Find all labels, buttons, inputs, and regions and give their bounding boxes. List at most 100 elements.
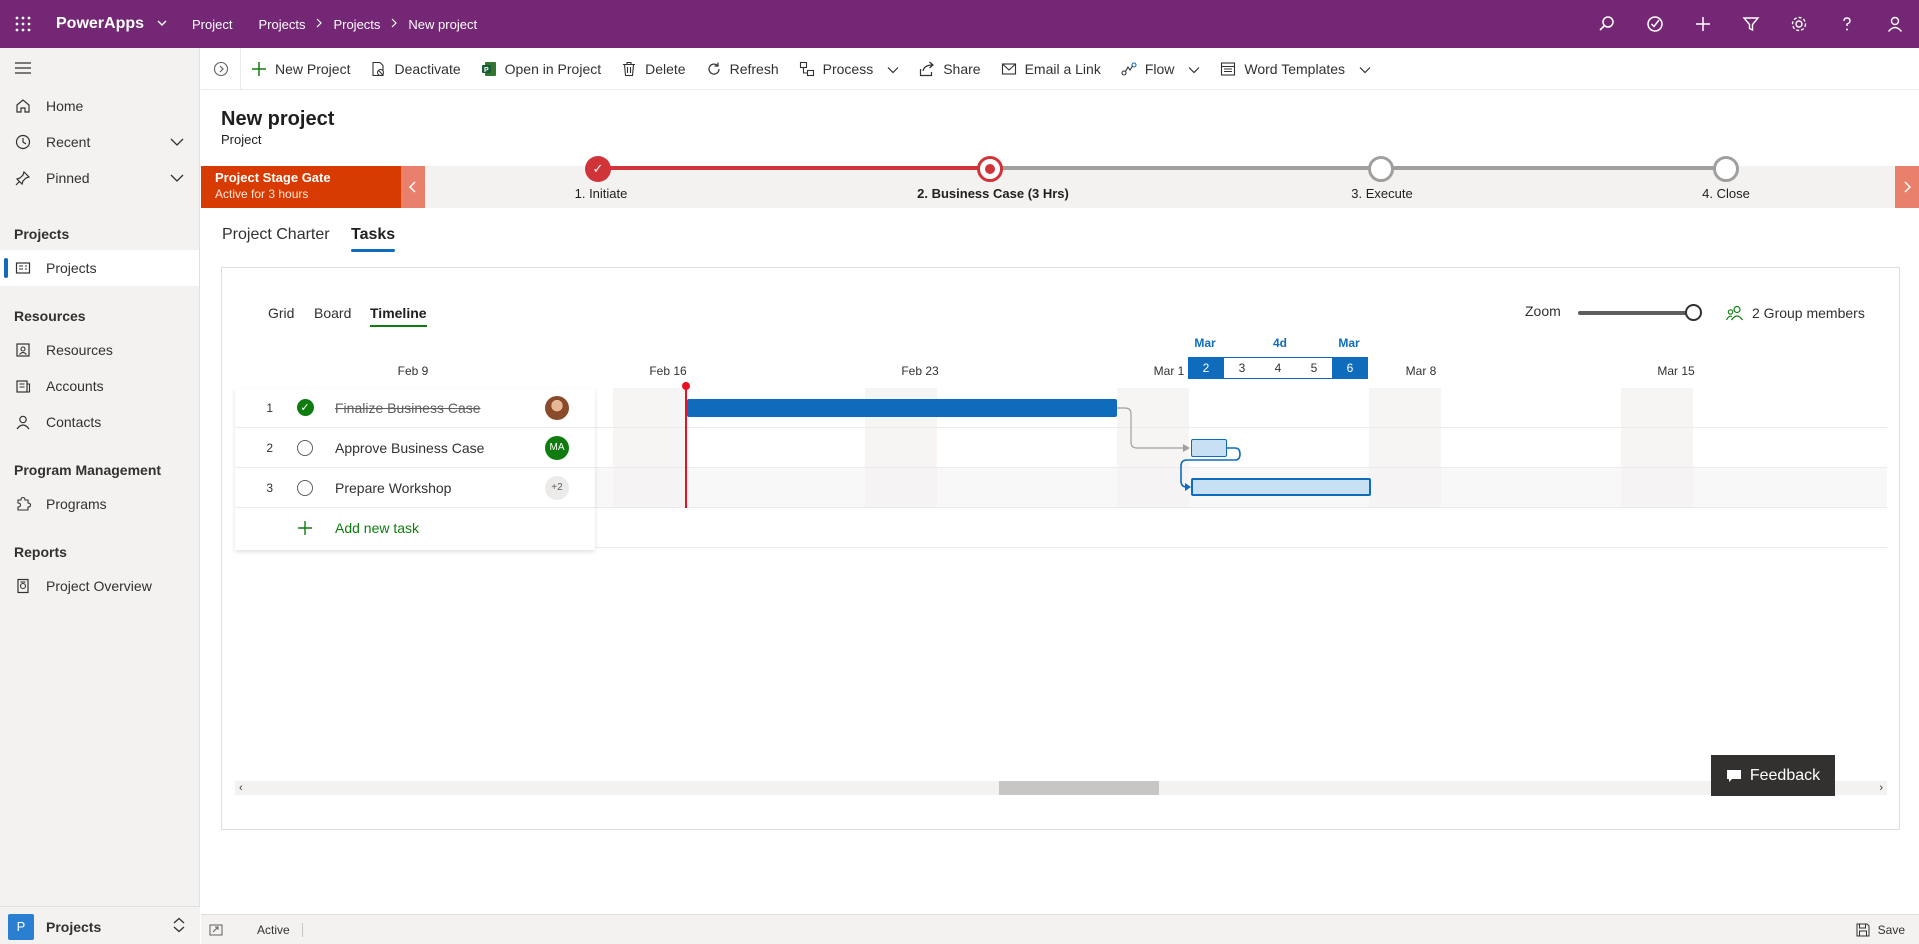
- avatar[interactable]: [545, 395, 569, 420]
- user-icon[interactable]: [1871, 0, 1919, 48]
- sidebar-item-projects[interactable]: Projects: [0, 250, 199, 286]
- stage-gate-title: Project Stage Gate: [215, 170, 331, 185]
- people-icon: [1726, 305, 1744, 321]
- complete-checkbox[interactable]: [297, 479, 313, 496]
- task-grid: 1 ✓ Finalize Business Case 2 Approve Bus…: [235, 388, 595, 550]
- email-link-button[interactable]: Email a Link: [991, 48, 1111, 90]
- chevron-down-icon[interactable]: [887, 61, 899, 77]
- delete-button[interactable]: Delete: [611, 48, 695, 90]
- app-name[interactable]: PowerApps: [56, 15, 144, 33]
- save-label: Save: [1877, 922, 1905, 937]
- task-name[interactable]: Finalize Business Case: [335, 400, 545, 416]
- open-in-project-button[interactable]: P Open in Project: [471, 48, 612, 90]
- help-icon[interactable]: [1823, 0, 1871, 48]
- top-bar: PowerApps Project Projects Projects New …: [0, 0, 1919, 48]
- horizontal-scrollbar[interactable]: ‹ ›: [235, 781, 1887, 795]
- area-name[interactable]: Project: [192, 17, 232, 32]
- task-name[interactable]: Prepare Workshop: [335, 480, 545, 496]
- check-icon: ✓: [585, 156, 611, 182]
- scrollbar-thumb[interactable]: [999, 781, 1159, 795]
- bpf-next-button[interactable]: [1895, 166, 1919, 208]
- deactivate-button[interactable]: Deactivate: [360, 48, 470, 90]
- sidebar-item-accounts[interactable]: Accounts: [0, 368, 199, 404]
- progress-line-complete: [598, 166, 990, 170]
- day-cell: 4: [1260, 357, 1296, 379]
- hamburger-icon[interactable]: [0, 48, 199, 88]
- chevron-updown-icon[interactable]: [172, 917, 186, 936]
- avatar-overflow[interactable]: +2: [545, 475, 569, 500]
- new-project-button[interactable]: New Project: [241, 48, 360, 90]
- home-icon: [14, 97, 32, 115]
- area-switcher-label: Projects: [46, 918, 102, 935]
- process-icon: [799, 61, 815, 77]
- view-tab-grid[interactable]: Grid: [268, 305, 294, 321]
- chevron-down-icon[interactable]: [169, 134, 185, 150]
- sidebar-item-resources[interactable]: Resources: [0, 332, 199, 368]
- process-button[interactable]: Process: [789, 48, 910, 90]
- chevron-down-icon[interactable]: [156, 17, 168, 32]
- table-row[interactable]: 3 Prepare Workshop +2: [235, 468, 595, 508]
- puzzle-icon: [14, 495, 32, 513]
- refresh-button[interactable]: Refresh: [696, 48, 789, 90]
- search-icon[interactable]: [1583, 0, 1631, 48]
- feedback-label: Feedback: [1749, 766, 1821, 784]
- zoom-slider-track[interactable]: [1578, 311, 1693, 315]
- date-label: Mar 1: [1153, 364, 1185, 378]
- command-label: Word Templates: [1244, 60, 1346, 77]
- bpf-prev-button[interactable]: [401, 166, 425, 208]
- group-members-button[interactable]: 2 Group members: [1726, 305, 1865, 321]
- gear-icon[interactable]: [1775, 0, 1823, 48]
- add-task-label: Add new task: [335, 520, 420, 536]
- area-switcher[interactable]: P Projects: [0, 906, 200, 944]
- app-launcher-icon[interactable]: [0, 0, 46, 48]
- save-button[interactable]: Save: [1856, 923, 1905, 937]
- table-row[interactable]: 1 ✓ Finalize Business Case: [235, 388, 595, 428]
- complete-checkbox[interactable]: [297, 439, 313, 456]
- view-tab-timeline[interactable]: Timeline: [370, 305, 427, 327]
- feedback-button[interactable]: Feedback: [1711, 755, 1835, 796]
- day-cell: 5: [1296, 357, 1332, 379]
- pin-icon: [14, 169, 32, 187]
- flow-button[interactable]: Flow: [1111, 48, 1211, 90]
- sidebar-item-pinned[interactable]: Pinned: [0, 160, 199, 196]
- dependency-connectors: [1117, 407, 1241, 491]
- breadcrumb-item[interactable]: Projects: [258, 17, 305, 32]
- date-label: Mar 15: [1657, 364, 1695, 378]
- chevron-down-icon[interactable]: [1188, 61, 1200, 77]
- projects-icon: [14, 259, 32, 277]
- chevron-right-icon[interactable]: ›: [1879, 781, 1883, 795]
- filter-icon[interactable]: [1727, 0, 1775, 48]
- add-new-task-button[interactable]: Add new task: [235, 508, 595, 548]
- comment-icon: [1726, 769, 1742, 783]
- sidebar-item-project-overview[interactable]: Project Overview: [0, 568, 199, 604]
- chevron-left-icon[interactable]: ‹: [239, 781, 243, 795]
- sidebar-item-programs[interactable]: Programs: [0, 486, 199, 522]
- breadcrumb-item[interactable]: Projects: [333, 17, 380, 32]
- timeline-row: [595, 508, 1887, 548]
- chevron-down-icon[interactable]: [169, 170, 185, 186]
- task-name[interactable]: Approve Business Case: [335, 440, 545, 456]
- tab-project-charter[interactable]: Project Charter: [222, 226, 330, 244]
- back-icon[interactable]: [201, 47, 241, 90]
- view-tab-board[interactable]: Board: [314, 305, 351, 321]
- check-icon[interactable]: ✓: [296, 399, 314, 416]
- sidebar-group-title: Projects: [14, 226, 70, 242]
- sidebar-item-contacts[interactable]: Contacts: [0, 404, 199, 440]
- avatar[interactable]: MA: [545, 435, 569, 460]
- tab-tasks[interactable]: Tasks: [351, 226, 396, 252]
- sidebar-item-home[interactable]: Home: [0, 88, 199, 124]
- zoom-slider-thumb[interactable]: [1685, 304, 1702, 321]
- sidebar-item-recent[interactable]: Recent: [0, 124, 199, 160]
- plus-icon[interactable]: [1679, 0, 1727, 48]
- table-row[interactable]: 2 Approve Business Case MA: [235, 428, 595, 468]
- zoom-label: Zoom: [1525, 303, 1561, 319]
- area-badge: P: [8, 913, 34, 940]
- share-button[interactable]: Share: [909, 48, 990, 90]
- word-templates-button[interactable]: Word Templates: [1210, 48, 1381, 90]
- sidebar-item-label: Project Overview: [46, 578, 152, 594]
- assistant-icon[interactable]: [1631, 0, 1679, 48]
- chevron-down-icon[interactable]: [1359, 61, 1371, 77]
- open-in-new-window-icon[interactable]: [201, 924, 231, 936]
- stage-gate-flyout[interactable]: Project Stage Gate Active for 3 hours: [201, 166, 401, 208]
- tasks-panel: Grid Board Timeline Zoom 2 Group members…: [221, 267, 1900, 830]
